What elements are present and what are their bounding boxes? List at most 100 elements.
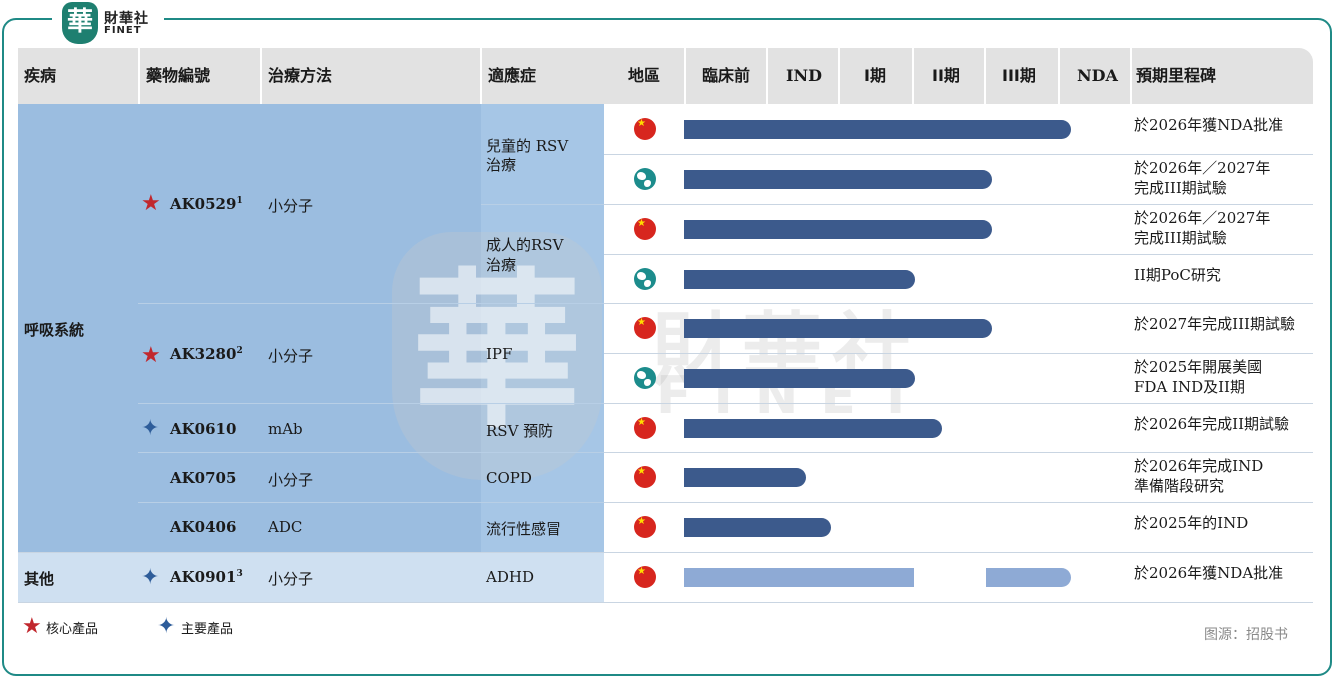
drug-modality: 小分子 <box>268 197 314 215</box>
row-divider <box>138 502 604 503</box>
header-ind: IND <box>786 66 822 85</box>
milestone-text: 於2026年／2027年 <box>1134 209 1271 227</box>
header-divider <box>1130 48 1132 104</box>
china-flag-icon <box>634 516 656 538</box>
header-indication: 適應症 <box>488 66 537 85</box>
row-divider <box>18 552 1313 553</box>
drug-modality: ADC <box>268 518 303 536</box>
group-respiratory: 呼吸系統 <box>24 321 85 339</box>
milestone-text: 於2026年完成IND <box>1134 457 1264 475</box>
china-flag-icon <box>634 118 656 140</box>
indication-adhd: ADHD <box>486 568 534 586</box>
header-drug-code: 藥物編號 <box>146 66 211 85</box>
drug-code-ak0901: AK09013 <box>170 568 243 586</box>
header-phase2: II期 <box>932 66 960 85</box>
indication-pediatric-rsv: 兒童的 RSV <box>486 137 569 155</box>
group-other: 其他 <box>24 570 55 588</box>
header-divider <box>260 48 262 104</box>
pipeline-bar <box>684 170 992 189</box>
row-divider <box>481 204 604 205</box>
header-divider <box>480 48 482 104</box>
source-note: 图源：招股书 <box>1204 627 1288 643</box>
row-divider <box>604 353 1313 354</box>
row-divider <box>604 502 1313 503</box>
milestone-text: 準備階段研究 <box>1134 477 1225 495</box>
milestone-text: 於2027年完成III期試驗 <box>1134 315 1295 333</box>
header-modality: 治療方法 <box>268 66 333 85</box>
pipeline-bar <box>986 568 1071 587</box>
legend-core: 核心產品 <box>46 622 99 637</box>
indication-adult-rsv-line2: 治療 <box>486 256 517 274</box>
milestone-text: 於2025年的IND <box>1134 514 1249 532</box>
drug-code-ak0406: AK0406 <box>170 518 237 536</box>
milestone-text: 完成III期試驗 <box>1134 229 1227 247</box>
header-divider <box>912 48 914 104</box>
row-divider <box>18 602 1313 603</box>
blue-sparkle-icon: ✦ <box>141 416 160 441</box>
red-star-icon: ★ <box>141 191 161 216</box>
pipeline-bar <box>684 319 992 338</box>
globe-icon <box>634 367 656 389</box>
globe-icon <box>634 168 656 190</box>
milestone-text: FDA IND及II期 <box>1134 378 1245 396</box>
drug-modality: 小分子 <box>268 347 314 365</box>
milestone-text: 於2026年獲NDA批准 <box>1134 564 1284 582</box>
drug-modality: mAb <box>268 420 303 438</box>
milestone-text: 完成III期試驗 <box>1134 179 1227 197</box>
china-flag-icon <box>634 466 656 488</box>
indication-copd: COPD <box>486 469 532 487</box>
pipeline-bar <box>684 369 915 388</box>
header-divider <box>684 48 686 104</box>
red-star-icon: ★ <box>141 343 161 368</box>
header-preclinical: 臨床前 <box>702 66 751 85</box>
header-divider <box>138 48 140 104</box>
header-divider <box>1058 48 1060 104</box>
indication-adult-rsv: 成人的RSV <box>486 236 564 254</box>
header-divider <box>984 48 986 104</box>
china-flag-icon <box>634 417 656 439</box>
logo-mark-icon: 華 <box>62 2 98 44</box>
indication-influenza: 流行性感冒 <box>486 520 562 538</box>
china-flag-icon <box>634 566 656 588</box>
legend-main: 主要產品 <box>181 622 234 637</box>
pipeline-bar <box>684 120 1071 139</box>
pipeline-bar <box>684 419 942 438</box>
row-divider <box>604 254 1313 255</box>
indication-pediatric-rsv-line2: 治療 <box>486 156 517 174</box>
milestone-text: 於2026年完成II期試驗 <box>1134 415 1290 433</box>
blue-sparkle-icon: ✦ <box>141 565 160 590</box>
blue-sparkle-icon: ✦ <box>157 614 176 639</box>
row-divider <box>604 452 1313 453</box>
milestone-text: 於2026年／2027年 <box>1134 159 1271 177</box>
row-divider <box>604 303 1313 304</box>
milestone-text: 於2026年獲NDA批准 <box>1134 116 1284 134</box>
china-flag-icon <box>634 218 656 240</box>
china-flag-icon <box>634 317 656 339</box>
milestone-text: 於2025年開展美國 <box>1134 358 1263 376</box>
red-star-icon: ★ <box>22 614 42 639</box>
row-divider <box>604 154 1313 155</box>
row-divider <box>138 452 604 453</box>
row-divider <box>138 303 604 304</box>
row-divider <box>604 204 1313 205</box>
header-phase1: I期 <box>864 66 886 85</box>
header-region: 地區 <box>628 66 661 85</box>
header-nda: NDA <box>1077 66 1118 85</box>
drug-code-ak3280: AK32802 <box>170 345 243 363</box>
header-disease: 疾病 <box>24 66 57 85</box>
drug-code-ak0610: AK0610 <box>170 420 237 438</box>
header-divider <box>838 48 840 104</box>
milestone-text: II期PoC研究 <box>1134 266 1221 284</box>
drug-code-ak0529: AK05291 <box>170 195 243 213</box>
globe-icon <box>634 268 656 290</box>
row-divider <box>604 403 1313 404</box>
pipeline-bar <box>684 468 806 487</box>
pipeline-bar <box>684 518 831 537</box>
header-divider <box>766 48 768 104</box>
header-milestone: 預期里程碑 <box>1136 66 1217 85</box>
header-phase3: III期 <box>1002 66 1036 85</box>
indication-rsv-prevention: RSV 預防 <box>486 422 554 440</box>
pipeline-bar <box>684 220 992 239</box>
drug-modality: 小分子 <box>268 471 314 489</box>
indication-ipf: IPF <box>486 345 513 363</box>
